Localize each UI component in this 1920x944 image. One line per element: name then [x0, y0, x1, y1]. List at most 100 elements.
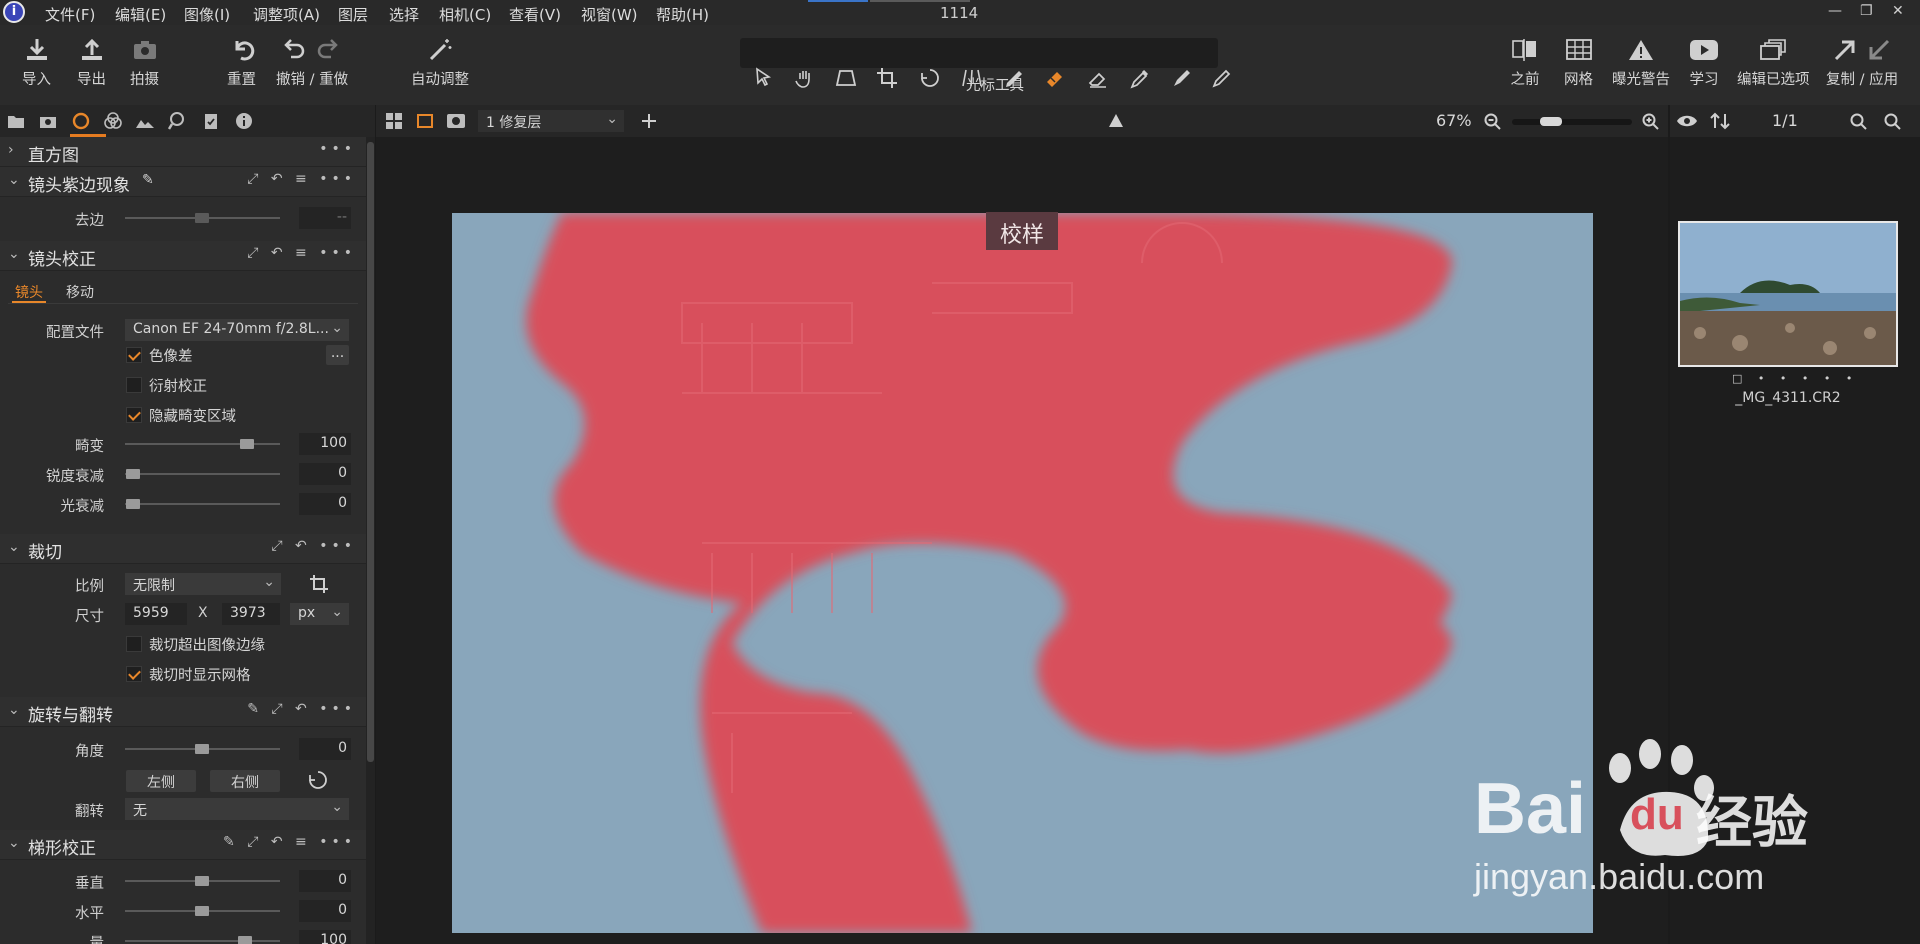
hand-pan-icon[interactable] [794, 67, 818, 89]
amount-value[interactable]: 100 [299, 930, 351, 944]
section-actions-icon[interactable]: ⤢ ↶ ≡ ••• [247, 245, 356, 261]
defringe-value[interactable]: -- [299, 207, 351, 229]
proof-view-icon[interactable] [446, 112, 466, 130]
image-canvas[interactable] [452, 213, 1593, 933]
amount-slider-knob[interactable] [238, 936, 252, 944]
zoom-out-icon[interactable] [1484, 113, 1501, 130]
crop-icon[interactable] [309, 574, 329, 594]
crop-width-input[interactable]: 5959 [125, 603, 187, 625]
capture-camera-tab-icon[interactable] [38, 111, 58, 131]
pen-tool-icon[interactable] [1210, 67, 1234, 89]
unit-dropdown[interactable]: px ⌄ [290, 603, 349, 625]
defringe-slider-knob[interactable] [195, 213, 209, 223]
vertical-slider-knob[interactable] [195, 876, 209, 886]
zoom-slider-track[interactable] [1512, 119, 1632, 125]
menu-view[interactable]: 查看(V) [509, 4, 561, 25]
rating-dots[interactable]: □ • • • • • [1732, 372, 1858, 385]
grid-view-icon[interactable] [385, 112, 403, 130]
exposure-warning-button[interactable]: 曝光警告 [1612, 37, 1670, 89]
reset-button[interactable]: 重置 [227, 37, 256, 89]
menu-window[interactable]: 视窗(W) [581, 4, 638, 25]
sharpness-falloff-slider[interactable] [125, 473, 280, 475]
crop-show-grid-checkbox[interactable] [126, 666, 142, 682]
rotation-header[interactable]: ⌄ 旋转与翻转 ✎ ⤢ ↶ ••• [0, 697, 366, 727]
horizontal-slider-knob[interactable] [195, 906, 209, 916]
eraser-tool-icon[interactable] [1086, 67, 1110, 89]
copy-apply-button[interactable]: 复制 / 应用 [1826, 37, 1898, 89]
add-layer-icon[interactable] [640, 112, 658, 130]
capture-button[interactable]: 拍摄 [130, 37, 159, 89]
menu-select[interactable]: 选择 [389, 4, 419, 25]
crop-outside-checkbox[interactable] [126, 636, 142, 652]
distortion-slider-knob[interactable] [240, 439, 254, 449]
auto-adjust-button[interactable]: 自动调整 [411, 37, 469, 89]
distortion-slider[interactable] [125, 443, 280, 445]
browser-zoom-icon[interactable] [1850, 113, 1867, 130]
light-falloff-value[interactable]: 0 [299, 493, 351, 515]
angle-value[interactable]: 0 [299, 738, 351, 760]
heal-tool-active-icon[interactable] [1044, 67, 1068, 89]
metadata-tab-icon[interactable] [201, 111, 221, 131]
maximize-icon[interactable]: ❐ [1860, 3, 1873, 19]
hide-distortion-checkbox[interactable] [126, 407, 142, 423]
horizontal-value[interactable]: 0 [299, 900, 351, 922]
section-actions-icon[interactable]: ✎ ⤢ ↶ ••• [247, 701, 356, 717]
close-icon[interactable]: ✕ [1892, 3, 1904, 19]
exposure-tab-icon[interactable] [135, 111, 155, 131]
details-tab-icon[interactable] [168, 111, 188, 131]
library-folder-icon[interactable] [6, 111, 26, 131]
export-button[interactable]: 导出 [77, 37, 106, 89]
annotation-tool-icon[interactable] [1170, 67, 1194, 89]
light-falloff-knob[interactable] [126, 499, 140, 509]
section-actions-icon[interactable]: ⤢ ↶ ••• [271, 538, 356, 554]
menu-layers[interactable]: 图层 [338, 4, 368, 25]
before-button[interactable]: 之前 [1510, 37, 1540, 89]
edit-selected-button[interactable]: 编辑已选项 [1737, 37, 1810, 89]
menu-adjustments[interactable]: 调整项(A) [253, 4, 320, 25]
info-tab-icon[interactable] [234, 111, 254, 131]
layer-select-dropdown[interactable]: 1 修复层 ⌄ [478, 110, 624, 132]
flip-dropdown[interactable]: 无 ⌄ [125, 798, 349, 820]
single-view-icon[interactable] [416, 112, 434, 130]
menu-camera[interactable]: 相机(C) [439, 4, 491, 25]
lens-tab-active-icon[interactable] [71, 111, 91, 131]
eye-icon[interactable] [1676, 114, 1698, 128]
color-tab-icon[interactable] [103, 111, 123, 131]
sort-icon[interactable] [1710, 112, 1730, 130]
sharpness-falloff-value[interactable]: 0 [299, 463, 351, 485]
app-logo-icon[interactable]: i [3, 1, 25, 23]
zoom-slider-knob[interactable] [1540, 117, 1562, 126]
ratio-dropdown[interactable]: 无限制 ⌄ [125, 573, 281, 595]
histogram-header[interactable]: › 直方图 ••• [0, 137, 366, 167]
zoom-in-icon[interactable] [1642, 113, 1659, 130]
eyedropper-tool-icon[interactable] [1128, 67, 1152, 89]
grid-button[interactable]: 网格 [1564, 37, 1593, 89]
picker-icon[interactable]: ✎ [142, 172, 154, 188]
rotate-tool-icon[interactable] [918, 67, 942, 89]
angle-slider-knob[interactable] [195, 744, 209, 754]
menu-file[interactable]: 文件(F) [45, 4, 95, 25]
minimize-icon[interactable]: — [1828, 3, 1842, 19]
select-arrow-icon[interactable] [752, 67, 776, 89]
lens-profile-dropdown[interactable]: Canon EF 24-70mm f/2.8L... ⌄ [125, 319, 349, 341]
lens-correction-header[interactable]: ⌄ 镜头校正 ⤢ ↶ ≡ ••• [0, 241, 366, 271]
menu-image[interactable]: 图像(I) [184, 4, 230, 25]
amount-slider[interactable] [125, 940, 280, 942]
sharpness-falloff-knob[interactable] [126, 469, 140, 479]
rotate-free-icon[interactable] [307, 769, 331, 791]
menu-help[interactable]: 帮助(H) [656, 4, 709, 25]
section-actions-icon[interactable]: ✎ ⤢ ↶ ≡ ••• [223, 834, 356, 850]
light-falloff-slider[interactable] [125, 503, 280, 505]
tool-panel-scroll-thumb[interactable] [367, 142, 374, 762]
purple-fringe-header[interactable]: ⌄ 镜头紫边现象 ✎ ⤢ ↶ ≡ ••• [0, 167, 366, 197]
thumbnail[interactable] [1678, 221, 1898, 367]
keystone-header[interactable]: ⌄ 梯形校正 ✎ ⤢ ↶ ≡ ••• [0, 830, 366, 860]
vertical-value[interactable]: 0 [299, 870, 351, 892]
chromatic-more-button[interactable]: ... [326, 345, 349, 365]
crop-tool-icon[interactable] [876, 67, 900, 89]
rotate-left-button[interactable]: 左侧 [126, 770, 196, 792]
distortion-value[interactable]: 100 [299, 433, 351, 455]
menu-edit[interactable]: 编辑(E) [115, 4, 166, 25]
chromatic-checkbox[interactable] [126, 347, 142, 363]
more-options-icon[interactable]: ••• [319, 141, 356, 157]
